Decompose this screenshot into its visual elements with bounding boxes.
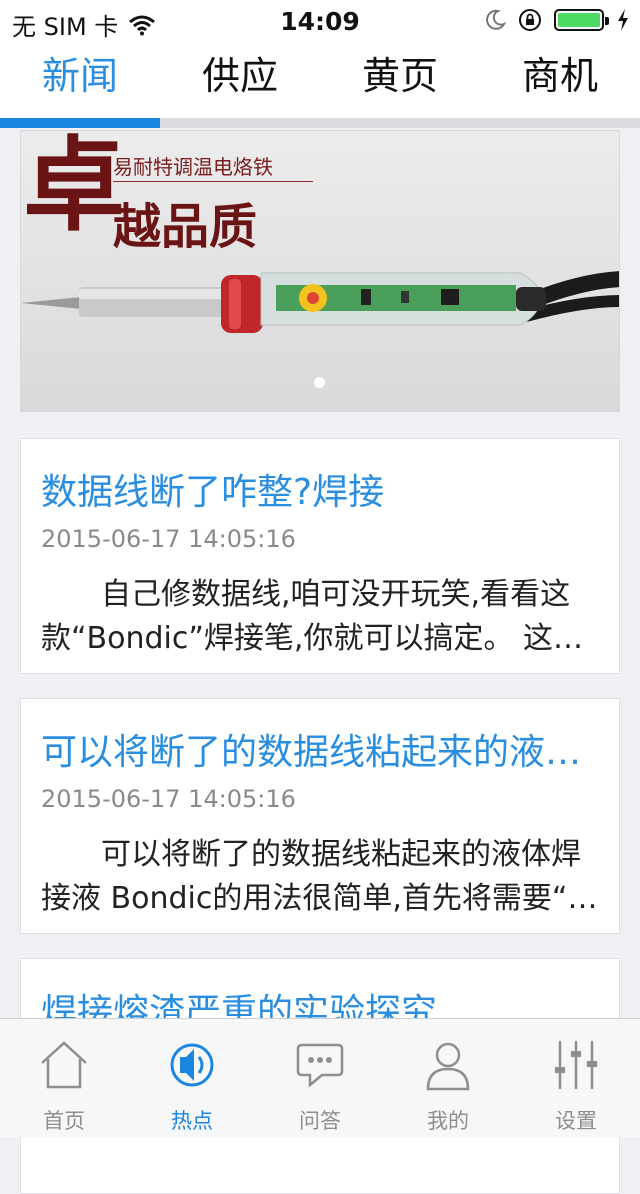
news-card[interactable]: 数据线断了咋整?焊接 2015-06-17 14:05:16 自己修数据线,咱可… bbox=[20, 438, 620, 674]
status-right bbox=[484, 8, 630, 32]
banner-carousel[interactable]: 卓 易耐特调温电烙铁 越品质 bbox=[20, 130, 620, 412]
news-card[interactable]: 可以将断了的数据线粘起来的液体焊接液 2015-06-17 14:05:16 可… bbox=[20, 698, 620, 934]
charging-icon bbox=[618, 9, 628, 31]
news-title: 数据线断了咋整?焊接 bbox=[41, 472, 385, 513]
banner-rule bbox=[113, 181, 313, 182]
status-bar: 无 SIM 卡 14:09 bbox=[0, 0, 640, 41]
do-not-disturb-icon bbox=[486, 9, 506, 30]
bottom-tab-bar: 首页 热点 问答 我的 设置 bbox=[0, 1018, 640, 1137]
banner-headline: 越品质 bbox=[113, 199, 258, 255]
settings-icon bbox=[555, 1041, 597, 1089]
bottom-tab-label: 设置 bbox=[555, 1109, 597, 1133]
hotspot-icon bbox=[170, 1043, 214, 1087]
bottom-tab-qa[interactable]: 问答 bbox=[256, 1019, 384, 1137]
news-summary: 可以将断了的数据线粘起来的液体焊接液 Bondic的用法很简单,首先将需要“焊接… bbox=[41, 837, 598, 916]
home-icon bbox=[41, 1041, 87, 1089]
banner-big-char: 卓 bbox=[23, 130, 125, 246]
soldering-iron-image bbox=[21, 271, 619, 333]
tab-supply[interactable]: 供应 bbox=[160, 40, 320, 120]
news-summary: 自己修数据线,咱可没开玩笑,看看这款“Bondic”焊接笔,你就可以搞定。 这款… bbox=[41, 577, 583, 656]
news-date: 2015-06-17 14:05:16 bbox=[41, 525, 296, 553]
bottom-tab-label: 热点 bbox=[171, 1109, 213, 1133]
rotation-lock-icon bbox=[519, 9, 541, 31]
tab-indicator-track bbox=[0, 118, 640, 128]
bottom-tab-settings[interactable]: 设置 bbox=[512, 1019, 640, 1137]
bottom-tab-home[interactable]: 首页 bbox=[0, 1019, 128, 1137]
bottom-tab-mine[interactable]: 我的 bbox=[384, 1019, 512, 1137]
tab-news[interactable]: 新闻 bbox=[0, 40, 160, 120]
bottom-tab-hotspot[interactable]: 热点 bbox=[128, 1019, 256, 1137]
bottom-tab-label: 首页 bbox=[43, 1109, 85, 1133]
chat-icon bbox=[296, 1043, 344, 1088]
user-icon bbox=[426, 1042, 470, 1091]
news-title: 可以将断了的数据线粘起来的液体焊接液 bbox=[41, 732, 601, 773]
carousel-page-dot[interactable] bbox=[314, 377, 325, 388]
category-tabs: 新闻 供应 黄页 商机 bbox=[0, 40, 640, 120]
news-date: 2015-06-17 14:05:16 bbox=[41, 785, 296, 813]
bottom-tab-label: 问答 bbox=[299, 1109, 341, 1133]
banner-caption: 易耐特调温电烙铁 bbox=[113, 155, 273, 179]
tab-indicator bbox=[0, 118, 160, 128]
tab-business[interactable]: 商机 bbox=[480, 40, 640, 120]
tab-yellow-pages[interactable]: 黄页 bbox=[320, 40, 480, 120]
battery-icon bbox=[554, 9, 609, 31]
bottom-tab-label: 我的 bbox=[427, 1109, 469, 1133]
